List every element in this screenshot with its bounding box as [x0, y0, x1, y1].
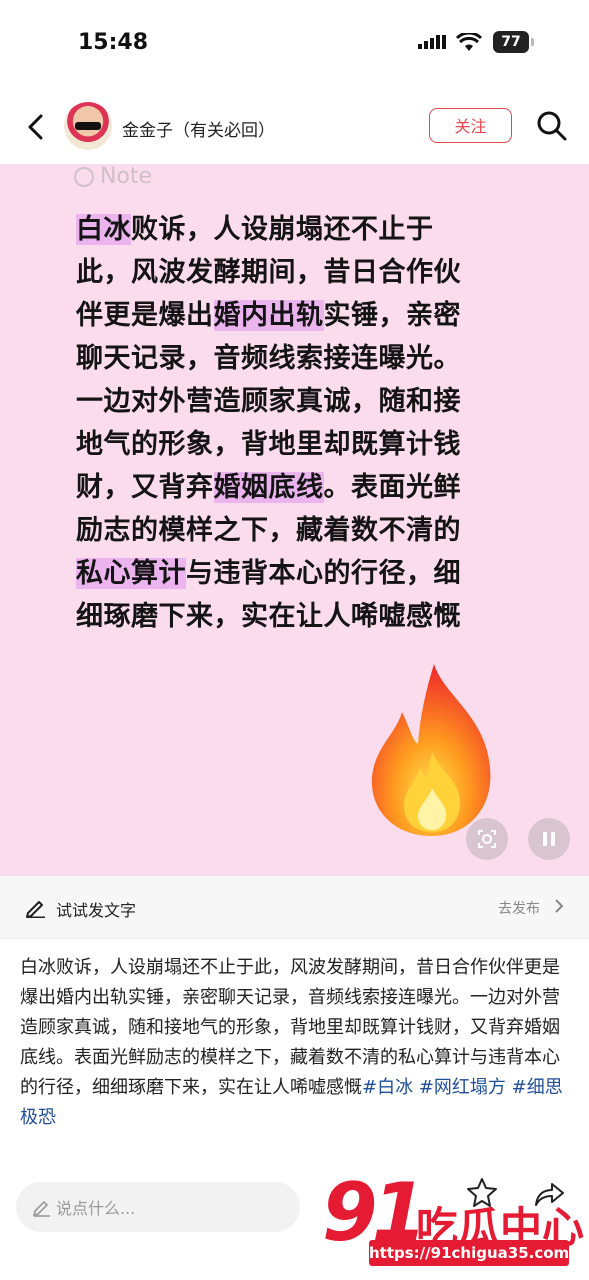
- back-arrow-icon[interactable]: [22, 110, 52, 144]
- note-highlight: 婚内出轨: [213, 300, 324, 331]
- note-segment: 聊天记录，音频线索接连曝光。: [76, 343, 461, 374]
- try-text-bar[interactable]: 试试发文字 去发布: [0, 876, 589, 939]
- bottom-bar: 说点什么... 91 吃瓜中心 https://91chigua35.com: [0, 1166, 589, 1280]
- note-line: 聊天记录，音频线索接连曝光。: [76, 337, 516, 380]
- note-card[interactable]: Note 白冰败诉，人设崩塌还不止于 此，风波发酵期间，昔日合作伙 伴更是爆出婚内出…: [0, 164, 589, 876]
- note-text: 白冰败诉，人设崩塌还不止于 此，风波发酵期间，昔日合作伙 伴更是爆出婚内出轨实锤，亲…: [76, 208, 516, 638]
- note-highlight: 私心算计: [76, 558, 186, 589]
- avatar[interactable]: [64, 102, 112, 150]
- comment-placeholder: 说点什么...: [56, 1199, 136, 1218]
- note-tag: Note: [74, 164, 152, 189]
- note-line: 此，风波发酵期间，昔日合作伙: [76, 251, 516, 294]
- note-segment: 实锤，亲密: [323, 300, 461, 331]
- try-text-label: 试试发文字: [56, 901, 137, 920]
- flame-emoji-icon: [371, 664, 491, 836]
- note-segment: 伴更是爆出: [76, 300, 214, 331]
- publish-link[interactable]: 去发布: [498, 898, 540, 918]
- watermark-url: https://91chigua35.com: [369, 1240, 569, 1266]
- scan-button[interactable]: [466, 818, 508, 860]
- note-segment: 励志的模样之下，藏着数不清的: [76, 515, 461, 546]
- wifi-icon: [456, 33, 482, 51]
- note-segment: 。表面光鲜: [323, 472, 461, 503]
- status-time: 15:48: [78, 30, 149, 55]
- hashtag-link[interactable]: #白冰: [362, 1077, 413, 1098]
- note-line: 一边对外营造顾家真诚，随和接: [76, 380, 516, 423]
- note-line: 细琢磨下来，实在让人唏嘘感慨: [76, 595, 516, 638]
- note-tag-label: Note: [100, 164, 153, 189]
- username[interactable]: 金金子（有关必回）: [122, 116, 275, 141]
- note-line: 伴更是爆出婚内出轨实锤，亲密: [76, 294, 516, 337]
- search-icon[interactable]: [536, 110, 568, 142]
- note-segment: 此，风波发酵期间，昔日合作伙: [76, 257, 461, 288]
- note-highlight: 白冰: [76, 214, 131, 245]
- note-segment: 财，又背弃: [76, 472, 214, 503]
- follow-button[interactable]: 关注: [429, 108, 512, 143]
- pencil-icon: [26, 901, 45, 918]
- note-segment: 地气的形象，背地里却既算计钱: [76, 429, 461, 460]
- comment-pencil-icon: [32, 1200, 50, 1217]
- pause-icon: [551, 832, 555, 846]
- note-line: 地气的形象，背地里却既算计钱: [76, 423, 516, 466]
- battery-icon: 77: [493, 31, 534, 53]
- post-body: 白冰败诉，人设崩塌还不止于此，风波发酵期间，昔日合作伙伴更是爆出婚内出轨实锤，亲…: [20, 953, 572, 1171]
- note-line: 私心算计与违背本心的行径，细: [76, 552, 516, 595]
- hashtag-link[interactable]: #网红塌方: [419, 1077, 506, 1098]
- pause-button[interactable]: [528, 818, 570, 860]
- note-line: 财，又背弃婚姻底线。表面光鲜: [76, 466, 516, 509]
- note-circle-icon: [74, 166, 94, 187]
- profile-header: 金金子（有关必回） 关注: [0, 88, 589, 164]
- chevron-right-icon[interactable]: [553, 898, 565, 914]
- note-segment: 败诉，人设崩塌还不止于: [131, 214, 434, 245]
- note-segment: 与违背本心的行径，细: [186, 558, 461, 589]
- signal-icon: [418, 35, 446, 49]
- note-segment: 一边对外营造顾家真诚，随和接: [76, 386, 461, 417]
- note-highlight: 婚姻底线: [213, 472, 324, 503]
- pause-icon: [543, 832, 547, 846]
- note-line: 励志的模样之下，藏着数不清的: [76, 509, 516, 552]
- status-bar: 15:48 77: [0, 0, 589, 88]
- scan-icon: [478, 830, 496, 848]
- comment-input[interactable]: 说点什么...: [16, 1182, 300, 1232]
- note-line: 白冰败诉，人设崩塌还不止于: [76, 208, 516, 251]
- note-segment: 细琢磨下来，实在让人唏嘘感慨: [76, 601, 461, 632]
- avatar-glasses: [75, 122, 101, 130]
